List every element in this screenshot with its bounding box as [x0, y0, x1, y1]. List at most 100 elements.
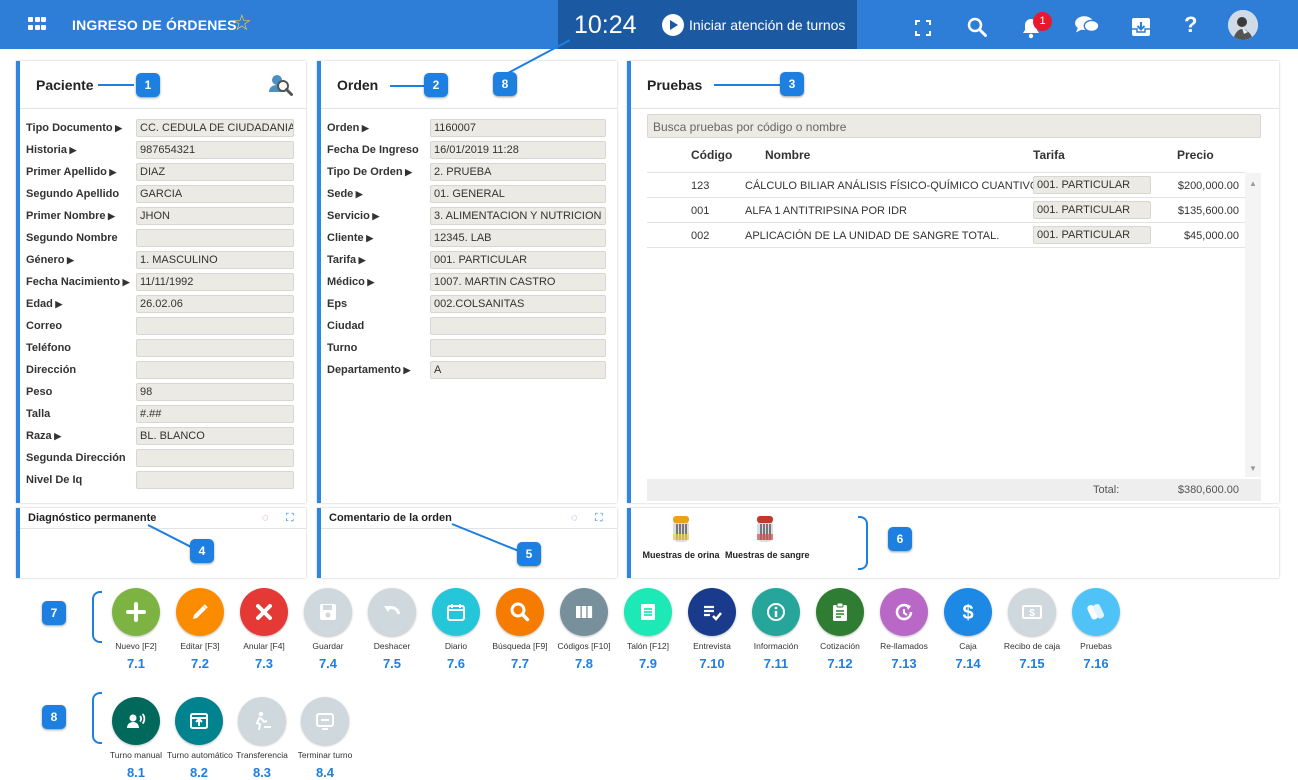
columns-icon[interactable] — [560, 588, 608, 636]
field-input[interactable] — [136, 339, 294, 357]
fullscreen-icon[interactable] — [915, 17, 931, 39]
recall-icon[interactable] — [880, 588, 928, 636]
diario-button[interactable]: Diario 7.6 — [424, 588, 488, 671]
anular-button[interactable]: Anular [F4] 7.3 — [232, 588, 296, 671]
arrow-icon[interactable]: ▶ — [403, 167, 412, 177]
search-icon[interactable] — [496, 588, 544, 636]
cash-receipt-icon[interactable]: $ — [1008, 588, 1056, 636]
info-icon[interactable] — [752, 588, 800, 636]
field-input[interactable]: #.## — [136, 405, 294, 423]
history-icon[interactable]: ◌ — [262, 512, 269, 524]
receipt-icon[interactable] — [624, 588, 672, 636]
urine-sample-item[interactable]: Muestras de orina — [641, 514, 721, 560]
expand-icon[interactable]: ⛶ — [286, 512, 294, 525]
arrow-icon[interactable]: ▶ — [52, 431, 61, 441]
informacion-button[interactable]: Información 7.11 — [744, 588, 808, 671]
turno-manual-button[interactable]: Turno manual 8.1 — [104, 697, 168, 780]
arrow-icon[interactable]: ▶ — [67, 145, 76, 155]
tests-search-input[interactable]: Busca pruebas por código o nombre — [647, 114, 1261, 138]
transferencia-button[interactable]: Transferencia 8.3 — [230, 697, 294, 780]
field-input[interactable]: 01. GENERAL — [430, 185, 606, 203]
field-input[interactable]: 2. PRUEBA — [430, 163, 606, 181]
table-row[interactable]: 001 ALFA 1 ANTITRIPSINA POR IDR 001. PARTI… — [647, 198, 1245, 223]
arrow-icon[interactable]: ▶ — [401, 365, 410, 375]
field-input[interactable]: 002.COLSANITAS — [430, 295, 606, 313]
undo-icon[interactable] — [368, 588, 416, 636]
favorite-star-icon[interactable]: ☆ — [232, 12, 252, 34]
clipboard-icon[interactable] — [816, 588, 864, 636]
end-turn-icon[interactable] — [301, 697, 349, 745]
arrow-icon[interactable]: ▶ — [107, 167, 116, 177]
table-row[interactable]: 002 APLICACIÓN DE LA UNIDAD DE SANGRE TOT… — [647, 223, 1245, 248]
table-row[interactable]: 123 CÁLCULO BILIAR ANÁLISIS FÍSICO-QUÍMIC… — [647, 173, 1245, 198]
arrow-icon[interactable]: ▶ — [53, 299, 62, 309]
expand-icon[interactable]: ⛶ — [595, 512, 603, 525]
arrow-icon[interactable]: ▶ — [370, 211, 379, 221]
field-input[interactable]: 1007. MARTIN CASTRO — [430, 273, 606, 291]
turno-automatico-button[interactable]: Turno automático 8.2 — [167, 697, 233, 780]
cotizacion-button[interactable]: Cotización 7.12 — [808, 588, 872, 671]
search-icon[interactable] — [967, 16, 987, 38]
test-rate-select[interactable]: 001. PARTICULAR — [1033, 226, 1151, 244]
archive-icon[interactable] — [1131, 16, 1151, 38]
announce-icon[interactable] — [112, 697, 160, 745]
arrow-icon[interactable]: ▶ — [356, 255, 366, 265]
field-input[interactable] — [136, 449, 294, 467]
re-llamados-button[interactable]: Re-llamados 7.13 — [872, 588, 936, 671]
field-input[interactable]: 3. ALIMENTACION Y NUTRICION — [430, 207, 606, 225]
deshacer-button[interactable]: Deshacer 7.5 — [360, 588, 424, 671]
auto-turn-icon[interactable] — [175, 697, 223, 745]
help-icon[interactable]: ? — [1184, 12, 1197, 37]
patient-search-icon[interactable] — [267, 72, 293, 98]
history-icon[interactable]: ◌ — [571, 512, 578, 524]
nuevo-button[interactable]: Nuevo [F2] 7.1 — [104, 588, 168, 671]
field-input[interactable]: GARCIA — [136, 185, 294, 203]
arrow-icon[interactable]: ▶ — [365, 277, 374, 287]
test-rate-select[interactable]: 001. PARTICULAR — [1033, 176, 1151, 194]
x-icon[interactable] — [240, 588, 288, 636]
caja-button[interactable]: $ Caja 7.14 — [936, 588, 1000, 671]
arrow-icon[interactable]: ▶ — [113, 123, 122, 133]
chat-icon[interactable] — [1073, 14, 1101, 36]
arrow-icon[interactable]: ▶ — [353, 189, 363, 199]
field-input[interactable]: 26.02.06 — [136, 295, 294, 313]
field-input[interactable]: 16/01/2019 11:28 — [430, 141, 606, 159]
field-input[interactable]: 1160007 — [430, 119, 606, 137]
test-rate-select[interactable]: 001. PARTICULAR — [1033, 201, 1151, 219]
tests-scrollbar[interactable]: ▲ ▼ — [1245, 173, 1261, 477]
pruebas-button[interactable]: Pruebas 7.16 — [1064, 588, 1128, 671]
field-input[interactable]: 1. MASCULINO — [136, 251, 294, 269]
start-turns-button[interactable]: Iniciar atención de turnos — [689, 17, 845, 33]
field-input[interactable]: 98 — [136, 383, 294, 401]
avatar[interactable] — [1228, 10, 1258, 40]
talon-button[interactable]: Talón [F12] 7.9 — [616, 588, 680, 671]
blood-sample-item[interactable]: Muestras de sangre — [725, 514, 810, 560]
field-input[interactable] — [136, 317, 294, 335]
editar-button[interactable]: Editar [F3] 7.2 — [168, 588, 232, 671]
arrow-icon[interactable]: ▶ — [359, 123, 369, 133]
field-input[interactable] — [136, 229, 294, 247]
save-icon[interactable] — [304, 588, 352, 636]
field-input[interactable] — [136, 471, 294, 489]
arrow-icon[interactable]: ▶ — [65, 255, 74, 265]
recibo-de-caja-button[interactable]: $ Recibo de caja 7.15 — [1000, 588, 1064, 671]
field-input[interactable]: JHON — [136, 207, 294, 225]
guardar-button[interactable]: Guardar 7.4 — [296, 588, 360, 671]
busqueda-button[interactable]: Búsqueda [F9] 7.7 — [488, 588, 552, 671]
tubes-icon[interactable] — [1072, 588, 1120, 636]
plus-icon[interactable] — [112, 588, 160, 636]
field-input[interactable] — [430, 339, 606, 357]
play-icon[interactable] — [662, 14, 684, 36]
field-input[interactable]: 12345. LAB — [430, 229, 606, 247]
dollar-icon[interactable]: $ — [944, 588, 992, 636]
checklist-icon[interactable] — [688, 588, 736, 636]
terminar-turno-button[interactable]: Terminar turno 8.4 — [293, 697, 357, 780]
apps-grid-icon[interactable] — [28, 17, 46, 31]
field-input[interactable]: DIAZ — [136, 163, 294, 181]
arrow-icon[interactable]: ▶ — [105, 211, 115, 221]
arrow-icon[interactable]: ▶ — [364, 233, 373, 243]
entrevista-button[interactable]: Entrevista 7.10 — [680, 588, 744, 671]
pencil-icon[interactable] — [176, 588, 224, 636]
field-input[interactable]: 11/11/1992 — [136, 273, 294, 291]
field-input[interactable] — [430, 317, 606, 335]
